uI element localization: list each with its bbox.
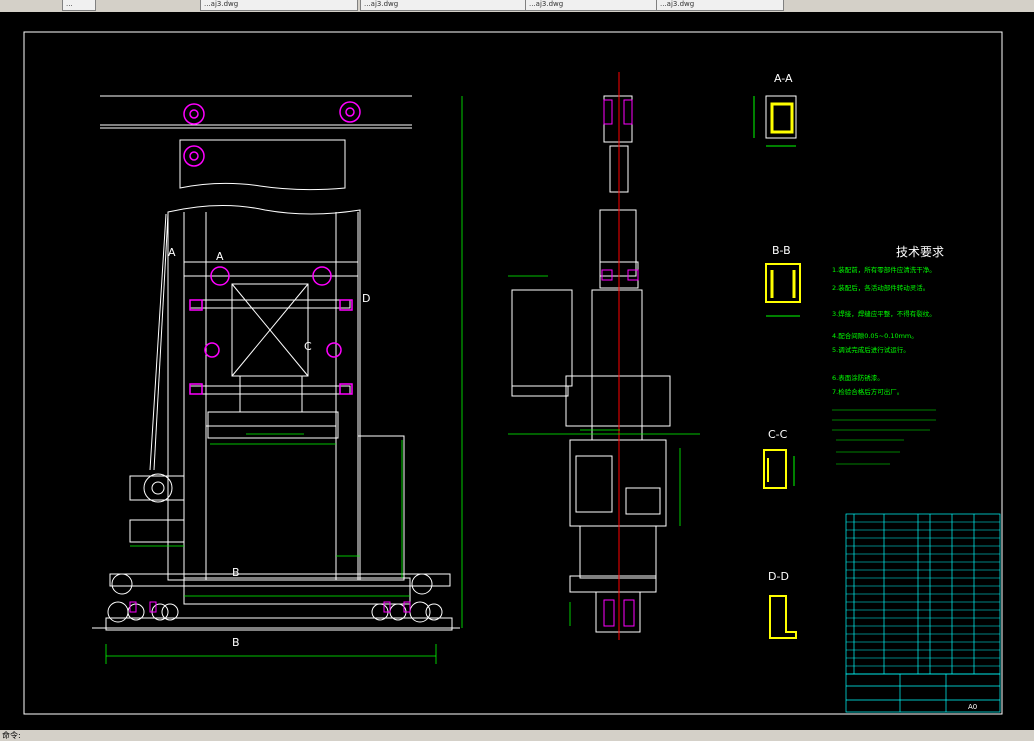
tech-note: 7.检验合格后方可出厂。: [832, 387, 903, 396]
document-tab-2[interactable]: ...aj3.dwg: [200, 0, 358, 11]
technical-requirements: 技术要求 1.装配前，所有零部件应清洗干净。 2.装配后，各活动部件转动灵活。 …: [832, 245, 944, 465]
command-status-bar[interactable]: 命令:: [0, 730, 1034, 741]
parts-list-rows: [846, 521, 1000, 667]
side-view-details: [601, 99, 639, 627]
section-aa: A-A: [753, 72, 797, 147]
tech-note: 6.表面涂防锈漆。: [832, 373, 884, 382]
dimensions-side: [508, 275, 700, 626]
tech-note: 4.配合间隙0.05~0.10mm。: [832, 331, 918, 340]
marker-b-mid: B: [232, 566, 240, 579]
section-bb-label: B-B: [772, 244, 791, 257]
tech-note-lines: [832, 409, 936, 465]
section-cc: C-C: [763, 428, 795, 489]
marker-a-right: A: [216, 250, 224, 263]
command-prompt: 命令:: [2, 731, 21, 740]
rail-trolleys: [107, 573, 443, 623]
sheet-size: A0: [968, 703, 977, 711]
document-tab-5[interactable]: ...aj3.dwg: [656, 0, 784, 11]
document-tab-3[interactable]: ...aj3.dwg: [360, 0, 528, 11]
tech-note: 2.装配后，各活动部件转动灵活。: [832, 283, 929, 292]
section-dd-label: D-D: [768, 570, 789, 583]
document-tab-1[interactable]: ...: [62, 0, 96, 11]
marker-d: D: [362, 292, 370, 305]
section-dd: D-D: [768, 570, 797, 639]
drawing-svg: A A B B C D A-A B-B C-C D-D 技术要求 1.装配前，所…: [23, 31, 1003, 715]
tab-label: ...: [66, 0, 73, 8]
tech-note: 3.焊接，焊缝应平整，不得有裂纹。: [832, 309, 936, 318]
document-tab-4[interactable]: ...aj3.dwg: [525, 0, 658, 11]
front-elevation-view: [92, 95, 460, 631]
tech-req-title: 技术要求: [896, 245, 944, 259]
marker-c: C: [304, 340, 312, 353]
tab-label: ...aj3.dwg: [529, 0, 564, 8]
cad-drawing-canvas[interactable]: A A B B C D A-A B-B C-C D-D 技术要求 1.装配前，所…: [0, 12, 1034, 730]
section-aa-label: A-A: [774, 72, 793, 85]
section-bb: B-B: [765, 244, 801, 317]
tech-note: 1.装配前，所有零部件应清洗干净。: [832, 265, 936, 274]
marker-a-left: A: [168, 246, 176, 259]
tech-note: 5.调试完成后进行试运行。: [832, 345, 910, 354]
tab-label: ...aj3.dwg: [204, 0, 239, 8]
drawing-border: [23, 31, 1003, 715]
marker-b-bottom: B: [232, 636, 240, 649]
tab-label: ...aj3.dwg: [660, 0, 695, 8]
pulleys: [183, 101, 361, 395]
tab-label: ...aj3.dwg: [364, 0, 399, 8]
side-elevation-view: [511, 95, 671, 633]
section-cc-label: C-C: [768, 428, 788, 441]
